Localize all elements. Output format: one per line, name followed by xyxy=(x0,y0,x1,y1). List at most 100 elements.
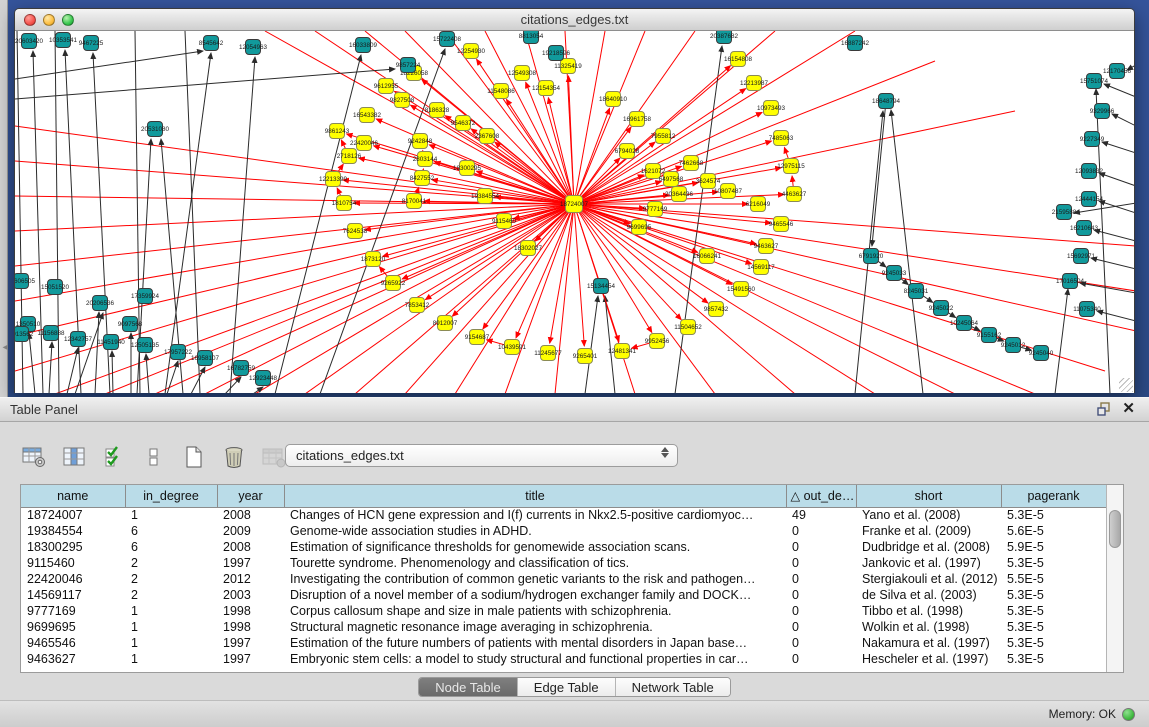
citation-edge-black[interactable] xyxy=(891,110,923,393)
window-resize-grip[interactable] xyxy=(1119,378,1133,392)
citation-edge-black[interactable] xyxy=(605,296,615,393)
citation-edge-black[interactable] xyxy=(1099,173,1134,186)
column-header-in_degree[interactable]: in_degree xyxy=(125,485,217,507)
citation-edge-red[interactable] xyxy=(506,99,574,204)
citation-edge-black[interactable] xyxy=(112,351,113,393)
citation-edge-black[interactable] xyxy=(320,49,445,393)
citation-edge-black[interactable] xyxy=(872,101,886,246)
graph-node-label: 8545642 xyxy=(199,40,224,47)
graph-node-label: 9245012 xyxy=(1001,342,1026,349)
citation-edge-black[interactable] xyxy=(49,342,52,393)
table-row[interactable]: 1830029562008Estimation of significance … xyxy=(21,539,1106,555)
table-tab-bar: Node TableEdge TableNetwork Table xyxy=(0,677,1149,701)
table-header-row[interactable]: namein_degreeyeartitle△ out_de…shortpage… xyxy=(21,485,1106,507)
citation-edge-red[interactable] xyxy=(574,204,795,393)
table-settings-icon[interactable] xyxy=(20,443,48,471)
table-row[interactable]: 946554611997Estimation of the future num… xyxy=(21,635,1106,651)
graph-node-label: 18648794 xyxy=(872,98,901,105)
table-row[interactable]: 977716911998Corpus callosum shape and si… xyxy=(21,603,1106,619)
table-row[interactable]: 969969511998Structural magnetic resonanc… xyxy=(21,619,1106,635)
citation-edge-black[interactable] xyxy=(29,333,35,393)
citation-edge-red[interactable] xyxy=(405,204,574,393)
citation-edge-black[interactable] xyxy=(191,367,205,393)
network-view-window: citations_edges.txt 18724007961295518226… xyxy=(14,8,1135,393)
table-cell: 1997 xyxy=(217,651,284,667)
scrollbar-thumb[interactable] xyxy=(1109,510,1121,548)
citation-edge-black[interactable] xyxy=(33,51,43,393)
table-cell: 6 xyxy=(125,523,217,539)
tab-edge-table[interactable]: Edge Table xyxy=(518,678,616,696)
table-cell: Nakamura et al. (1997) xyxy=(856,635,1001,651)
citation-edge-red[interactable] xyxy=(574,204,875,393)
collapse-panel-arrow-icon[interactable]: ◂ xyxy=(0,341,10,355)
citation-edge-black[interactable] xyxy=(1102,142,1134,153)
close-panel-icon[interactable]: ✕ xyxy=(1122,401,1135,417)
citation-edge-black[interactable] xyxy=(230,57,255,393)
node-table: namein_degreeyeartitle△ out_de…shortpage… xyxy=(21,485,1107,667)
table-row[interactable]: 911546021997Tourette syndrome. Phenomeno… xyxy=(21,555,1106,571)
select-columns-check-icon[interactable] xyxy=(100,443,128,471)
graph-node-label: 7485063 xyxy=(769,135,794,142)
graph-node-label: 16066241 xyxy=(693,253,722,260)
citation-graph[interactable]: 1872400796129551822605898275081654338281… xyxy=(15,31,1134,393)
tab-node-table[interactable]: Node Table xyxy=(419,678,518,696)
citation-edge-black[interactable] xyxy=(95,312,99,393)
graph-node-label: 9245033 xyxy=(882,270,907,277)
citation-edge-black[interactable] xyxy=(1104,84,1134,97)
citation-edge-black[interactable] xyxy=(1112,114,1134,126)
status-bar: Memory: OK xyxy=(0,700,1149,727)
citation-edge-red[interactable] xyxy=(574,204,1134,331)
citation-edge-red[interactable] xyxy=(15,204,574,301)
table-cell: 2003 xyxy=(217,587,284,603)
citation-edge-black[interactable] xyxy=(585,296,598,393)
citation-edge-black[interactable] xyxy=(1055,289,1068,393)
citation-edge-black[interactable] xyxy=(15,51,203,79)
network-window-titlebar[interactable]: citations_edges.txt xyxy=(15,9,1134,31)
citation-edge-black[interactable] xyxy=(1099,201,1134,213)
table-cell: Stergiakouli et al. (2012) xyxy=(856,571,1001,587)
delete-trash-icon[interactable] xyxy=(220,443,248,471)
citation-edge-red[interactable] xyxy=(574,204,619,341)
table-vertical-scrollbar[interactable] xyxy=(1106,485,1123,672)
table-row[interactable]: 1456911722003Disruption of a novel membe… xyxy=(21,587,1106,603)
citation-edge-red[interactable] xyxy=(574,204,1134,291)
table-row[interactable]: 2242004622012Investigating the contribut… xyxy=(21,571,1106,587)
citation-edge-black[interactable] xyxy=(1094,230,1134,241)
column-header-out_de[interactable]: △ out_de… xyxy=(786,485,856,507)
citation-edge-black[interactable] xyxy=(1097,311,1134,321)
table-row[interactable]: 1938455462009Genome-wide association stu… xyxy=(21,523,1106,539)
citation-edge-black[interactable] xyxy=(137,139,151,393)
column-header-year[interactable]: year xyxy=(217,485,284,507)
citation-edge-red[interactable] xyxy=(455,204,574,393)
table-row[interactable]: 946362711997Embryonic stem cells: a mode… xyxy=(21,651,1106,667)
column-header-name[interactable]: name xyxy=(21,485,125,507)
combo-stepper-icon xyxy=(661,447,669,458)
new-file-icon[interactable] xyxy=(180,443,208,471)
show-columns-icon[interactable] xyxy=(60,443,88,471)
citation-edge-black[interactable] xyxy=(675,46,722,393)
delete-table-icon xyxy=(260,443,288,471)
column-header-short[interactable]: short xyxy=(856,485,1001,507)
left-panel-edge xyxy=(0,0,8,399)
network-table-select[interactable]: citations_edges.txt xyxy=(285,444,678,467)
graph-node-label: 8912007 xyxy=(433,320,458,327)
citation-edge-red[interactable] xyxy=(402,204,574,279)
float-panel-icon[interactable] xyxy=(1096,401,1112,417)
network-canvas[interactable]: 1872400796129551822605898275081654338281… xyxy=(15,31,1134,393)
citation-edge-red[interactable] xyxy=(355,204,574,393)
graph-node-label: 20603420 xyxy=(15,38,43,45)
citation-edge-black[interactable] xyxy=(1080,283,1134,293)
graph-node-label: 8813054 xyxy=(519,33,544,40)
graph-node-label: 12481341 xyxy=(608,348,637,355)
graph-node-label: 9115460 xyxy=(492,218,517,225)
table-row[interactable]: 1872400712008Changes of HCN gene express… xyxy=(21,507,1106,523)
tab-network-table[interactable]: Network Table xyxy=(616,678,730,696)
graph-node-label: 11156888 xyxy=(37,330,65,337)
column-header-title[interactable]: title xyxy=(284,485,786,507)
column-header-pagerank[interactable]: pagerank xyxy=(1001,485,1106,507)
graph-node-label: 9463627 xyxy=(754,243,779,250)
table-cell: 2008 xyxy=(217,539,284,555)
unselect-columns-icon[interactable] xyxy=(140,443,168,471)
citation-edge-red[interactable] xyxy=(574,204,584,346)
citation-edge-black[interactable] xyxy=(1091,258,1134,269)
